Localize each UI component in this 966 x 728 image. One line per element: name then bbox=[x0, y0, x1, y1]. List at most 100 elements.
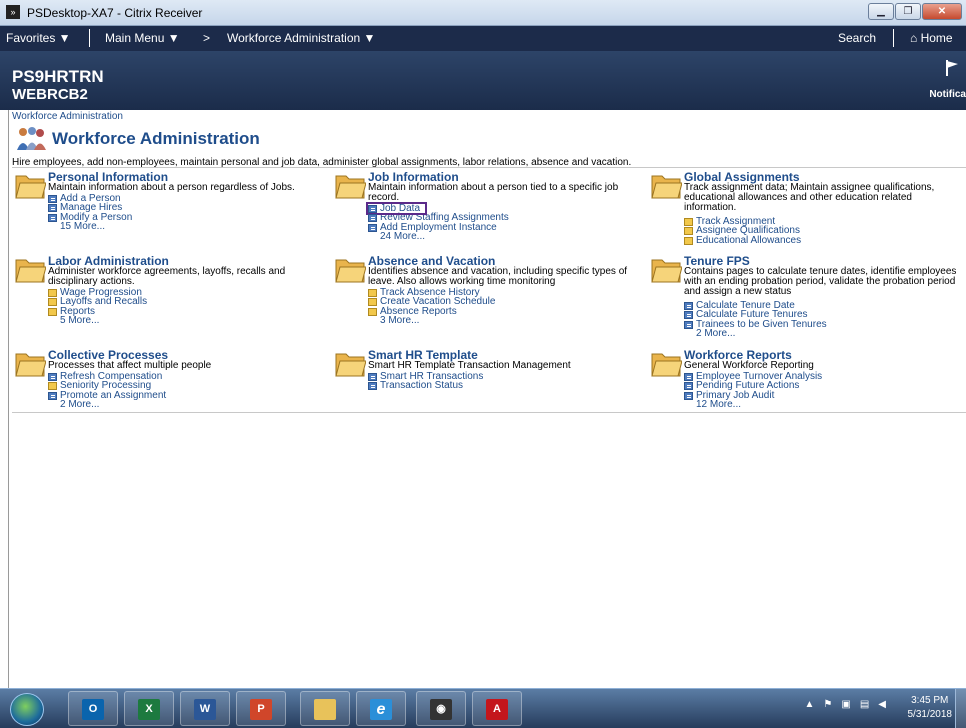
nav-divider bbox=[89, 29, 90, 47]
page-icon bbox=[684, 311, 693, 320]
folder-icon bbox=[335, 175, 366, 199]
folder-small-icon bbox=[368, 288, 377, 297]
folder-icon bbox=[15, 175, 46, 199]
page-icon bbox=[368, 372, 377, 381]
home-link[interactable]: ⌂ Home bbox=[910, 31, 953, 45]
more-link[interactable]: 2 More... bbox=[48, 399, 166, 409]
network-tray-icon[interactable]: ▣ bbox=[841, 699, 850, 710]
folder-icon bbox=[15, 353, 46, 377]
excel-icon: X bbox=[138, 699, 160, 720]
breadcrumb-arrow: > bbox=[203, 31, 211, 45]
banner-header: PS9HRTRN WEBRCB2 Notifica bbox=[0, 51, 966, 110]
nav-divider bbox=[893, 29, 894, 47]
taskbar-citrix[interactable]: ◉ bbox=[416, 691, 466, 726]
page-icon bbox=[684, 382, 693, 391]
section-description: Administer workforce agreements, layoffs… bbox=[48, 266, 286, 287]
folder-small-icon bbox=[684, 236, 693, 245]
section-description: Identifies absence and vacation, includi… bbox=[368, 266, 628, 287]
section-description: Maintain information about a person tied… bbox=[368, 182, 619, 203]
restore-button[interactable]: ❐ bbox=[895, 3, 921, 20]
outlook-icon: O bbox=[82, 699, 104, 720]
divider bbox=[12, 412, 966, 413]
page-icon bbox=[368, 382, 377, 391]
breadcrumb[interactable]: Workforce Administration bbox=[12, 111, 123, 122]
link-transaction-status[interactable]: Transaction Status bbox=[368, 381, 483, 391]
more-link[interactable]: 15 More... bbox=[48, 221, 132, 231]
taskbar-clock[interactable]: 3:45 PM 5/31/2018 bbox=[908, 694, 953, 722]
window-title: PSDesktop-XA7 - Citrix Receiver bbox=[27, 6, 203, 20]
notifications-label[interactable]: Notifica bbox=[929, 89, 966, 100]
section-collective-processes: Collective Processes Processes that affe… bbox=[14, 348, 329, 410]
more-link[interactable]: 5 More... bbox=[48, 315, 147, 325]
flag-tray-icon[interactable]: ⚑ bbox=[823, 699, 832, 710]
taskbar-explorer[interactable] bbox=[300, 691, 350, 726]
display-tray-icon[interactable]: ▤ bbox=[860, 699, 869, 710]
folder-small-icon bbox=[368, 298, 377, 307]
section-links: Refresh Compensation Seniority Processin… bbox=[48, 371, 166, 410]
notification-flag-icon[interactable] bbox=[944, 59, 960, 77]
folder-icon bbox=[15, 259, 46, 283]
powerpoint-icon: P bbox=[250, 699, 272, 720]
minimize-button[interactable]: ▁ bbox=[868, 3, 894, 20]
section-links: Calculate Tenure Date Calculate Future T… bbox=[684, 300, 827, 339]
folder-small-icon bbox=[368, 307, 377, 316]
clock-time: 3:45 PM bbox=[911, 695, 949, 706]
ie-icon: e bbox=[370, 699, 392, 720]
home-icon: ⌂ bbox=[910, 31, 918, 45]
page-icon bbox=[368, 204, 377, 213]
section-links: Employee Turnover Analysis Pending Futur… bbox=[684, 371, 822, 410]
database-name: PS9HRTRN bbox=[12, 67, 104, 86]
folder-icon bbox=[335, 353, 366, 377]
citrix-icon: ◉ bbox=[430, 699, 452, 720]
section-tenure-fps: Tenure FPS Contains pages to calculate t… bbox=[650, 254, 965, 346]
acrobat-icon: A bbox=[486, 699, 508, 720]
page-icon bbox=[48, 391, 57, 400]
page-icon bbox=[684, 391, 693, 400]
show-desktop-button[interactable] bbox=[955, 689, 966, 728]
section-description: Maintain information about a person rega… bbox=[48, 182, 295, 193]
taskbar-excel[interactable]: X bbox=[124, 691, 174, 726]
window-controls: ▁ ❐ ✕ bbox=[868, 3, 962, 21]
taskbar-acrobat[interactable]: A bbox=[472, 691, 522, 726]
page-icon bbox=[368, 223, 377, 232]
page-icon bbox=[684, 372, 693, 381]
taskbar-powerpoint[interactable]: P bbox=[236, 691, 286, 726]
section-links: Smart HR Transactions Transaction Status bbox=[368, 371, 483, 391]
section-links: Wage Progression Layoffs and Recalls Rep… bbox=[48, 287, 147, 326]
citrix-window: » PSDesktop-XA7 - Citrix Receiver ▁ ❐ ✕ … bbox=[0, 0, 966, 728]
taskbar-outlook[interactable]: O bbox=[68, 691, 118, 726]
page-icon bbox=[684, 301, 693, 310]
citrix-app-icon: » bbox=[6, 5, 20, 19]
workforce-admin-menu[interactable]: Workforce Administration ▼ bbox=[227, 31, 375, 45]
section-description: Smart HR Template Transaction Management bbox=[368, 360, 571, 371]
workforce-people-icon bbox=[17, 127, 46, 150]
section-smart-hr-template: Smart HR Template Smart HR Template Tran… bbox=[334, 348, 649, 410]
frame-border bbox=[8, 110, 9, 688]
volume-muted-icon[interactable]: ◀ bbox=[878, 699, 886, 710]
section-description: Processes that affect multiple people bbox=[48, 360, 212, 371]
main-menu[interactable]: Main Menu ▼ bbox=[105, 31, 180, 45]
folder-small-icon bbox=[684, 217, 693, 226]
taskbar-ie[interactable]: e bbox=[356, 691, 406, 726]
start-button-icon[interactable] bbox=[10, 693, 44, 726]
section-links: Track Assignment Assignee Qualifications… bbox=[684, 216, 801, 246]
section-description: Contains pages to calculate tenure dates… bbox=[684, 266, 957, 297]
search-link[interactable]: Search bbox=[838, 31, 876, 45]
more-link[interactable]: 12 More... bbox=[684, 399, 822, 409]
page-icon bbox=[684, 320, 693, 329]
folder-icon bbox=[651, 353, 682, 377]
tray-expand-icon[interactable]: ▲ bbox=[805, 699, 815, 710]
favorites-menu[interactable]: Favorites ▼ bbox=[6, 31, 71, 45]
link-educational-allowances[interactable]: Educational Allowances bbox=[684, 235, 801, 246]
page-icon bbox=[48, 194, 57, 203]
taskbar-word[interactable]: W bbox=[180, 691, 230, 726]
more-link[interactable]: 2 More... bbox=[684, 328, 827, 338]
section-workforce-reports: Workforce Reports General Workforce Repo… bbox=[650, 348, 965, 410]
close-button[interactable]: ✕ bbox=[922, 3, 962, 20]
folder-small-icon bbox=[48, 382, 57, 391]
section-absence-vacation: Absence and Vacation Identifies absence … bbox=[334, 254, 649, 346]
page-icon bbox=[48, 372, 57, 381]
more-link[interactable]: 24 More... bbox=[368, 231, 509, 241]
more-link[interactable]: 3 More... bbox=[368, 315, 495, 325]
system-tray: ▲ ⚑ ▣ ▤ ◀ bbox=[805, 699, 886, 710]
